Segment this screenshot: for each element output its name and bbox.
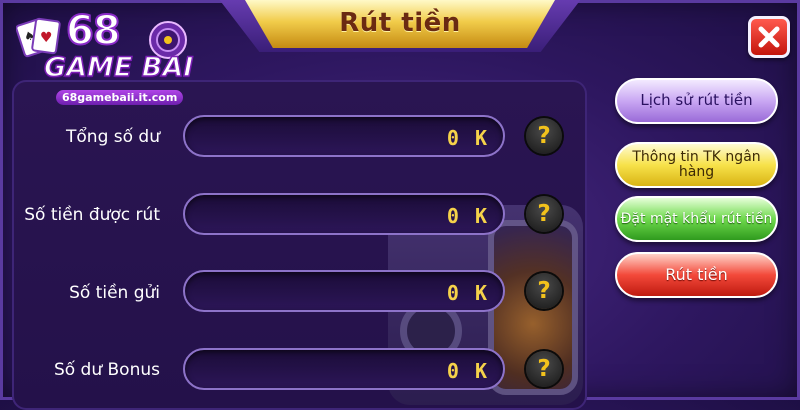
page-title: Rút tiền: [339, 8, 461, 38]
help-icon[interactable]: ?: [526, 196, 562, 232]
withdrawable-field: 0 K: [183, 193, 505, 235]
help-icon[interactable]: ?: [526, 273, 562, 309]
help-icon[interactable]: ?: [526, 351, 562, 387]
logo-number: 68: [65, 7, 122, 55]
logo: ♥ ♠ 68 GAME BAI 68gamebaii.it.com: [14, 7, 194, 112]
row-label: Số dư Bonus: [53, 360, 160, 380]
close-button[interactable]: [748, 16, 790, 58]
withdraw-button[interactable]: Rút tiền: [615, 252, 778, 298]
field-value: 0 K: [446, 204, 489, 228]
close-icon: [758, 26, 780, 48]
field-value: 0 K: [446, 359, 489, 383]
set-withdraw-password-button[interactable]: Đặt mật khẩu rút tiền: [615, 196, 778, 242]
row-label: Số tiền được rút: [24, 205, 160, 225]
row-label: Tổng số dư: [66, 127, 160, 147]
bank-info-button[interactable]: Thông tin TK ngân hàng: [615, 142, 778, 188]
svg-text:♥: ♥: [40, 30, 53, 46]
row-label: Số tiền gửi: [69, 283, 160, 303]
logo-wordmark: GAME BAI: [43, 51, 194, 84]
field-value: 0 K: [446, 281, 489, 305]
withdraw-history-button[interactable]: Lịch sử rút tiền: [615, 78, 778, 124]
field-value: 0 K: [446, 126, 489, 150]
help-icon[interactable]: ?: [526, 118, 562, 154]
balance-field: 0 K: [183, 115, 505, 157]
logo-url: 68gamebaii.it.com: [56, 90, 184, 105]
bonus-field: 0 K: [183, 348, 505, 390]
deposit-field: 0 K: [183, 270, 505, 312]
